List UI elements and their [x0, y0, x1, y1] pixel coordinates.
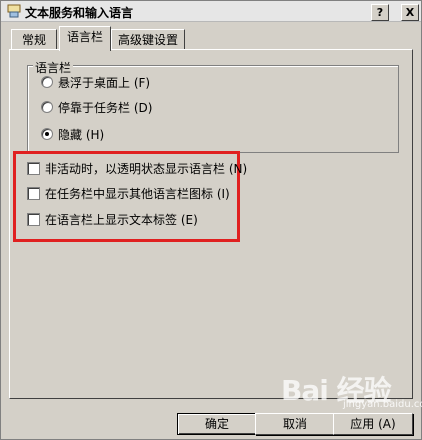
radio-dock-label: 停靠于任务栏 (D) — [58, 101, 153, 115]
radio-selected-dot — [45, 132, 49, 136]
title-bar[interactable]: 文本服务和输入语言 ? X — [1, 1, 421, 22]
checkbox-show-text-labels[interactable] — [27, 213, 40, 226]
radio-hidden-label: 隐藏 (H) — [58, 128, 105, 142]
radio-dock-in-taskbar[interactable] — [41, 101, 53, 113]
cancel-button[interactable]: 取消 — [255, 413, 335, 435]
checkbox-transparent-label: 非活动时，以透明状态显示语言栏 (N) — [45, 162, 248, 176]
radio-float-label: 悬浮于桌面上 (F) — [58, 76, 151, 90]
keyboard-app-icon — [7, 4, 21, 18]
help-button[interactable]: ? — [371, 4, 389, 21]
ok-button[interactable]: 确定 — [177, 413, 257, 435]
apply-button[interactable]: 应用 (A) — [333, 413, 413, 435]
window-title: 文本服务和输入语言 — [25, 6, 134, 20]
tab-advanced-key-settings[interactable]: 高级键设置 — [111, 29, 185, 50]
radio-float-on-desktop[interactable] — [41, 76, 53, 88]
checkbox-transparent-when-inactive[interactable] — [27, 162, 40, 175]
watermark-url: jingyan.baidu.com — [343, 399, 422, 410]
checkbox-show-extra-icons[interactable] — [27, 187, 40, 200]
tab-general[interactable]: 常规 — [11, 29, 57, 50]
checkbox-extra-icons-label: 在任务栏中显示其他语言栏图标 (I) — [45, 187, 230, 201]
dialog-window: 文本服务和输入语言 ? X 常规 语言栏 高级键设置 语言栏 悬浮于桌面上 (F… — [0, 0, 422, 440]
tab-language-bar[interactable]: 语言栏 — [59, 26, 111, 51]
radio-hidden[interactable] — [41, 128, 53, 140]
close-button[interactable]: X — [401, 4, 419, 21]
checkbox-text-labels-label: 在语言栏上显示文本标签 (E) — [45, 213, 198, 227]
